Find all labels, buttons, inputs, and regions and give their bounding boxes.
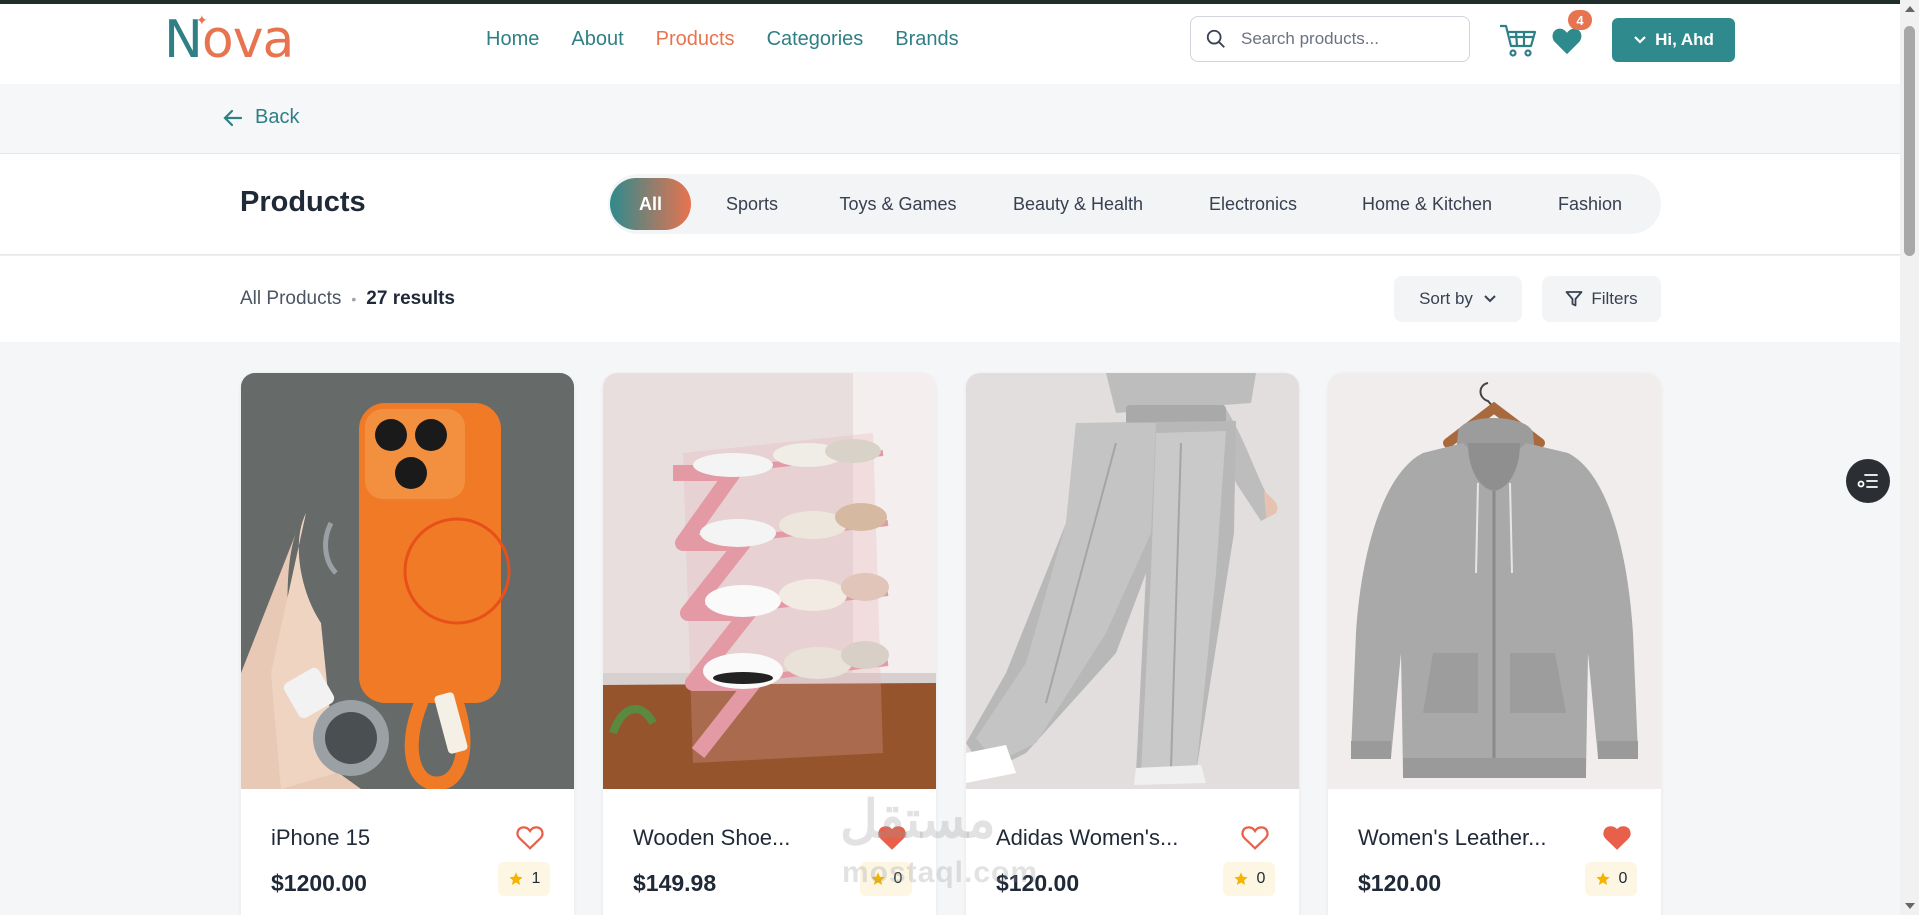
user-greeting: Hi, Ahd	[1655, 30, 1714, 49]
cart-icon[interactable]	[1498, 22, 1538, 58]
tab-home-kitchen[interactable]: Home & Kitchen	[1333, 178, 1521, 230]
scroll-down-arrow[interactable]	[1905, 903, 1915, 909]
product-card[interactable]: Women's Leather... $120.00 0	[1328, 373, 1661, 915]
back-button[interactable]: Back	[223, 106, 299, 129]
star-icon	[1595, 872, 1610, 885]
rating-badge: 0	[860, 862, 912, 896]
heart-outline-icon[interactable]	[1240, 823, 1270, 851]
nav-categories[interactable]: Categories	[767, 28, 864, 51]
nav-home[interactable]: Home	[486, 28, 539, 51]
product-name[interactable]: Wooden Shoe...	[633, 825, 790, 851]
logo-sparkle-icon: ✦	[196, 12, 208, 28]
heart-filled-icon[interactable]	[1602, 823, 1632, 851]
back-bar: Back	[0, 84, 1900, 154]
product-price: $120.00	[1358, 870, 1442, 896]
product-name[interactable]: Women's Leather...	[1358, 825, 1546, 851]
rating-value: 1	[531, 870, 541, 887]
product-card[interactable]: iPhone 15 $1200.00 1	[241, 373, 574, 915]
filters-label: Filters	[1591, 289, 1638, 308]
rating-value: 0	[1618, 870, 1628, 887]
product-card[interactable]: Wooden Shoe... $149.98 0	[603, 373, 936, 915]
star-icon	[1233, 872, 1248, 885]
rating-badge: 0	[1585, 862, 1637, 896]
filter-icon	[1565, 291, 1583, 307]
main-nav: Home About Products Categories Brands	[486, 28, 991, 51]
sort-label: Sort by	[1419, 289, 1473, 308]
chevron-down-icon	[1634, 36, 1646, 44]
search-input[interactable]	[1241, 29, 1451, 49]
nav-about[interactable]: About	[571, 28, 623, 51]
tab-all[interactable]: All	[610, 178, 691, 230]
product-image[interactable]	[603, 373, 936, 789]
tab-sports[interactable]: Sports	[691, 178, 813, 230]
filters-button[interactable]: Filters	[1542, 276, 1661, 322]
product-price: $120.00	[996, 870, 1080, 896]
category-bar: Products All Sports Toys & Games Beauty …	[0, 154, 1900, 255]
product-card[interactable]: Adidas Women's... $120.00 0	[966, 373, 1299, 915]
category-tabs: All Sports Toys & Games Beauty & Health …	[608, 174, 1661, 234]
rating-value: 0	[893, 870, 903, 887]
search-icon	[1206, 29, 1225, 48]
tab-toys-games[interactable]: Toys & Games	[813, 178, 983, 230]
arrow-left-icon	[223, 109, 243, 126]
wishlist-count-badge: 4	[1568, 10, 1592, 30]
product-image[interactable]	[241, 373, 574, 789]
list-settings-icon	[1857, 474, 1878, 488]
product-price: $149.98	[633, 870, 717, 896]
heart-outline-icon[interactable]	[515, 823, 545, 851]
results-bar: All Products • 27 results Sort by Filter…	[0, 256, 1900, 342]
tab-beauty-health[interactable]: Beauty & Health	[983, 178, 1173, 230]
separator-dot: •	[351, 291, 357, 307]
floating-settings-button[interactable]	[1846, 459, 1890, 503]
navbar: No va ✦ Home About Products Categories Br…	[0, 4, 1900, 84]
product-price: $1200.00	[271, 870, 367, 896]
star-icon	[508, 872, 523, 885]
user-menu-button[interactable]: Hi, Ahd	[1612, 18, 1735, 62]
product-image[interactable]	[966, 373, 1299, 789]
results-summary: All Products • 27 results	[240, 288, 455, 310]
chevron-down-icon	[1484, 295, 1496, 303]
nav-brands[interactable]: Brands	[895, 28, 958, 51]
rating-badge: 0	[1223, 862, 1275, 896]
rating-value: 0	[1256, 870, 1266, 887]
product-image[interactable]	[1328, 373, 1661, 789]
rating-badge: 1	[498, 862, 550, 896]
back-label: Back	[255, 106, 300, 128]
nova-logo[interactable]: No va	[164, 10, 294, 70]
sort-by-button[interactable]: Sort by	[1394, 276, 1522, 322]
search-box	[1190, 16, 1470, 62]
scroll-up-arrow[interactable]	[1905, 6, 1915, 12]
tab-fashion[interactable]: Fashion	[1521, 178, 1659, 230]
page-title: Products	[240, 186, 366, 218]
heart-filled-icon[interactable]	[877, 823, 907, 851]
product-name[interactable]: Adidas Women's...	[996, 825, 1178, 851]
nav-products[interactable]: Products	[656, 28, 735, 51]
tab-electronics[interactable]: Electronics	[1173, 178, 1333, 230]
product-name[interactable]: iPhone 15	[271, 825, 370, 851]
scrollbar-thumb[interactable]	[1904, 26, 1915, 256]
results-count: 27 results	[366, 288, 456, 309]
star-icon	[870, 872, 885, 885]
results-label: All Products	[240, 288, 342, 309]
